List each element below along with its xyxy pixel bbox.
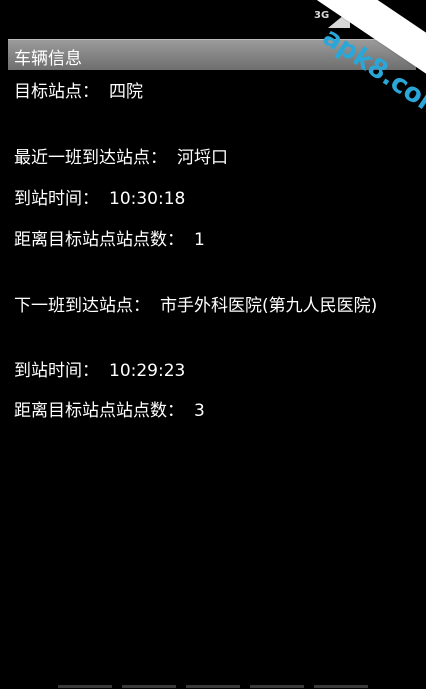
nearest-bus-distance-value: 1 [194, 230, 205, 250]
nearest-bus-distance-row: 距离目标站点站点数： 1 [14, 228, 406, 252]
network-type: 3G [314, 10, 330, 21]
status-bar: 3G 1 [0, 0, 426, 38]
next-bus-station-label: 下一班到达站点： [14, 296, 150, 316]
bottom-tab-indicator [58, 685, 112, 688]
next-bus-distance-value: 3 [194, 401, 205, 421]
page-title: 车辆信息 [14, 49, 82, 69]
nearest-bus-station-value: 河埒口 [177, 148, 228, 168]
title-bar: 车辆信息 [8, 39, 416, 70]
bottom-tab-indicator [314, 685, 368, 688]
target-station-value: 四院 [109, 82, 143, 102]
target-station-row: 目标站点： 四院 [14, 80, 406, 104]
next-bus-time-label: 到站时间： [14, 361, 99, 381]
nearest-bus-time-label: 到站时间： [14, 189, 99, 209]
status-time: 1 [382, 6, 395, 30]
nearest-bus-time-value: 10:30:18 [109, 189, 186, 209]
next-bus-station-row: 下一班到达站点： 市手外科医院(第九人民医院) [14, 294, 406, 318]
nearest-bus-time-row: 到站时间： 10:30:18 [14, 187, 406, 211]
target-station-label: 目标站点： [14, 82, 99, 102]
bottom-tab-indicator [122, 685, 176, 688]
nearest-bus-distance-label: 距离目标站点站点数： [14, 230, 184, 250]
next-bus-distance-row: 距离目标站点站点数： 3 [14, 399, 406, 423]
bottom-tab-indicator [186, 685, 240, 688]
next-bus-time-row: 到站时间： 10:29:23 [14, 359, 406, 383]
nearest-bus-station-label: 最近一班到达站点： [14, 148, 167, 168]
app-screen: 3G 1 车辆信息 目标站点： 四院 最近一班到达站点： 河埒口 到站时间： 10:3… [0, 0, 426, 689]
nearest-bus-station-row: 最近一班到达站点： 河埒口 [14, 146, 406, 170]
next-bus-distance-label: 距离目标站点站点数： [14, 401, 184, 421]
next-bus-station-value: 市手外科医院(第九人民医院) [160, 296, 378, 316]
signal-strength-icon [328, 10, 350, 28]
bottom-tab-indicator [250, 685, 304, 688]
next-bus-time-value: 10:29:23 [109, 361, 186, 381]
